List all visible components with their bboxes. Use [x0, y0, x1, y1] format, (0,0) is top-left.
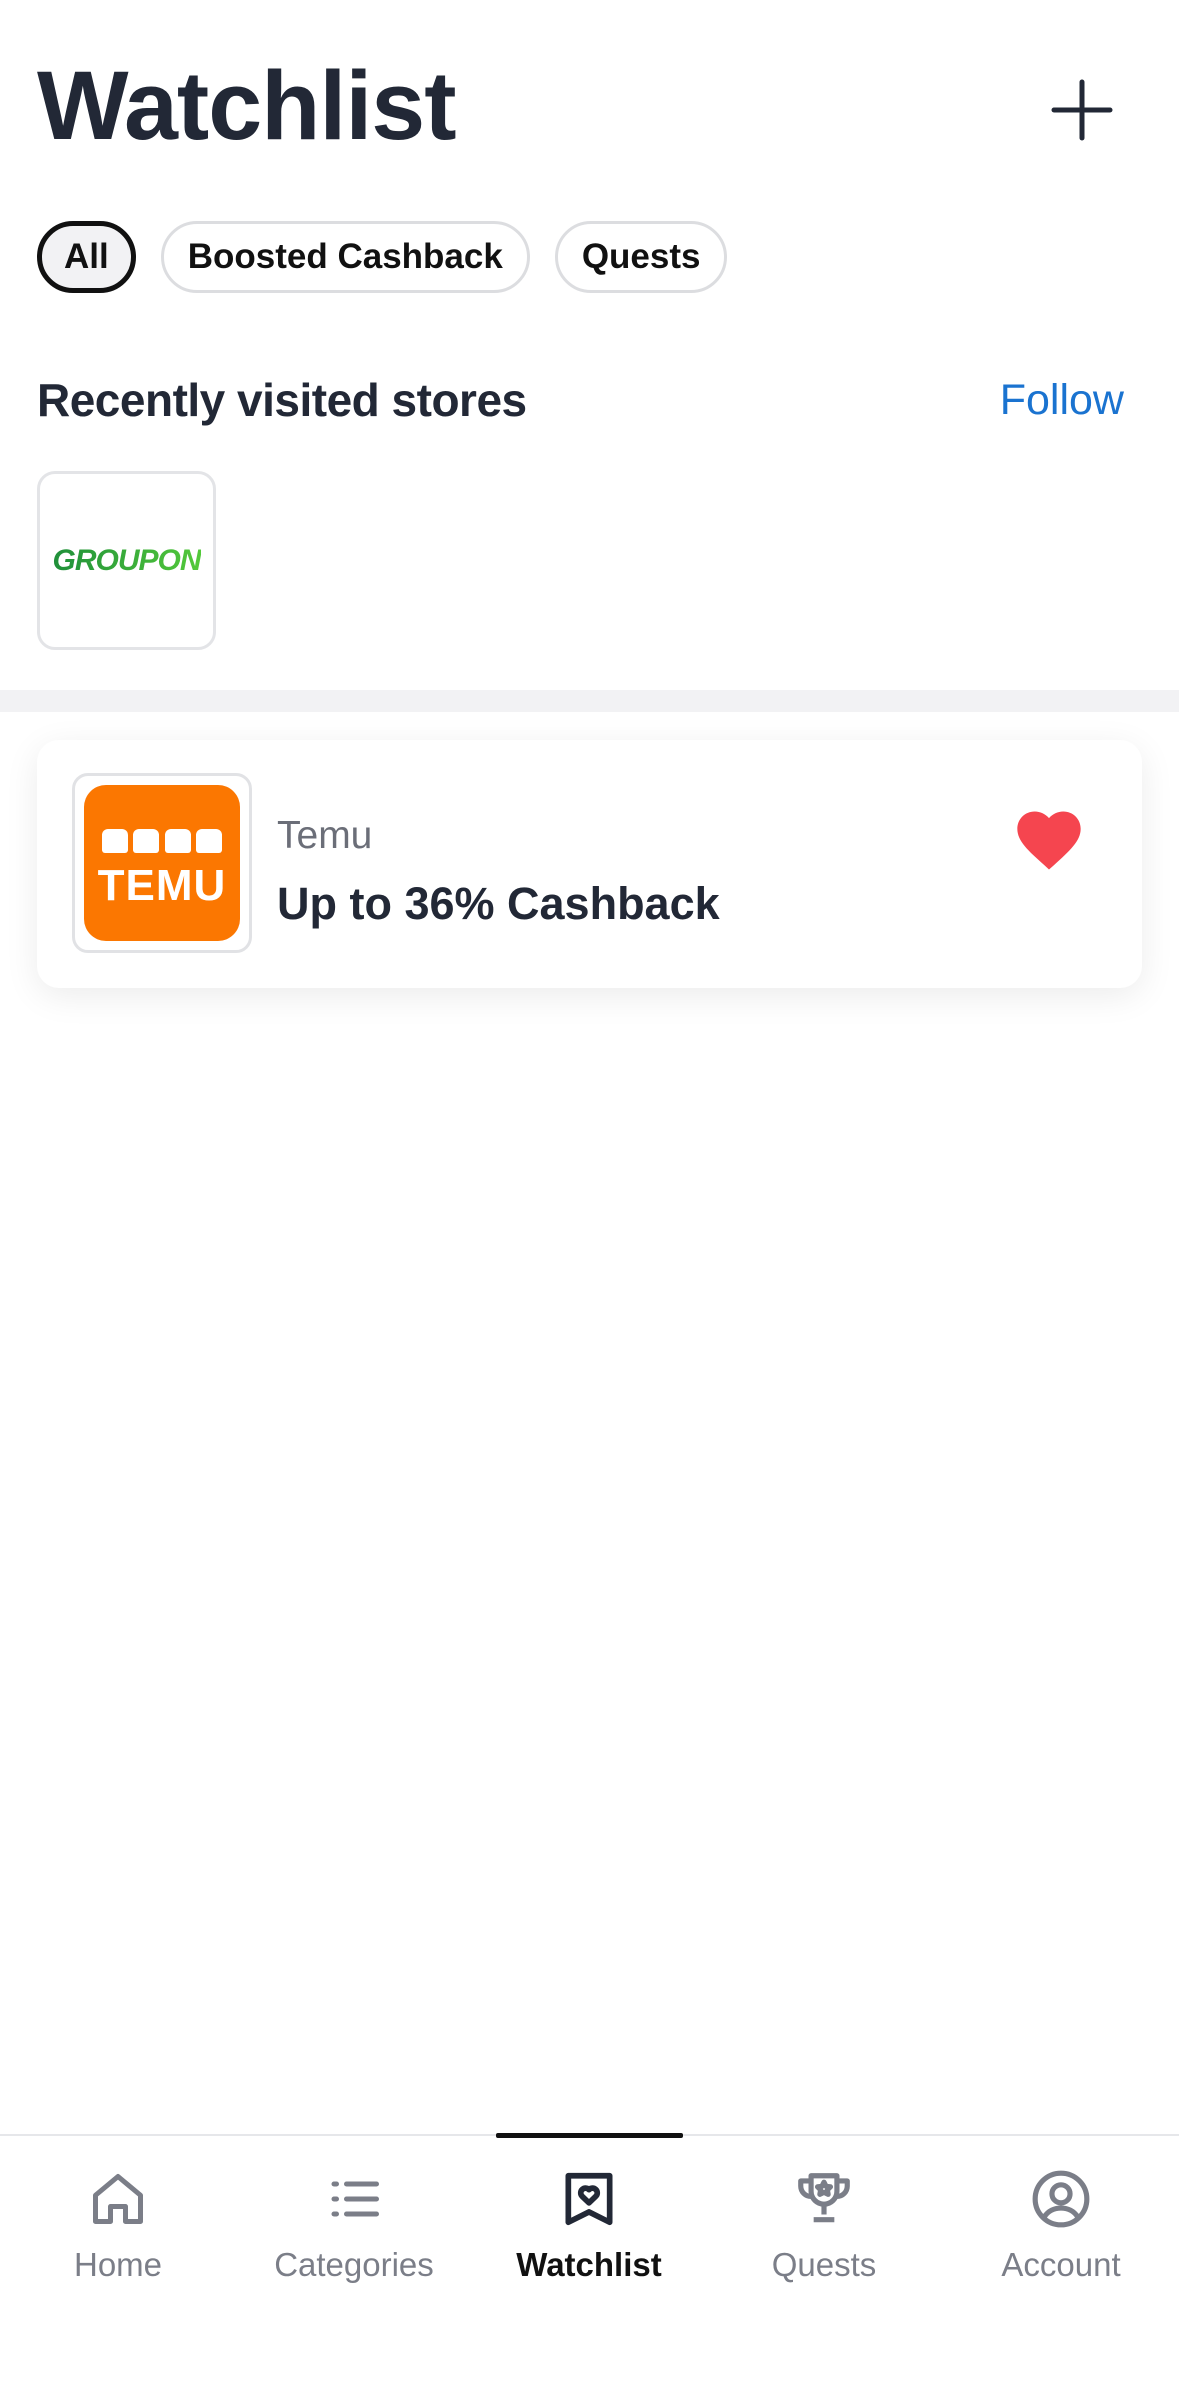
tab-label: Quests	[771, 2246, 877, 2283]
watchlist-item[interactable]: TEMU Temu Up to 36% Cashback	[37, 740, 1142, 988]
tab-account[interactable]: Account	[943, 2166, 1179, 2284]
recently-visited-header: Recently visited stores Follow	[37, 370, 1124, 430]
groupon-logo: GROUPON	[52, 543, 201, 577]
tab-label: Account	[1001, 2246, 1121, 2283]
tab-categories[interactable]: Categories	[236, 2166, 472, 2284]
store-name: Temu	[277, 814, 373, 857]
temu-logo-icons	[102, 829, 222, 855]
bookmark-heart-icon	[565, 2172, 613, 2226]
filter-chips: All Boosted Cashback Quests	[37, 221, 728, 293]
active-tab-indicator	[496, 2133, 683, 2138]
tab-label: Categories	[274, 2246, 434, 2283]
heart-icon	[1017, 811, 1081, 870]
tab-label: Watchlist	[516, 2246, 662, 2283]
filter-chip-boosted-cashback[interactable]: Boosted Cashback	[160, 221, 530, 293]
section-divider	[0, 690, 1179, 712]
trophy-icon	[798, 2173, 850, 2223]
filter-chip-quests[interactable]: Quests	[554, 221, 728, 293]
tab-watchlist[interactable]: Watchlist	[471, 2166, 707, 2284]
tab-quests[interactable]: Quests	[706, 2166, 942, 2284]
home-icon	[93, 2174, 143, 2224]
temu-logo: TEMU	[84, 785, 240, 941]
recent-store-groupon[interactable]: GROUPON	[37, 471, 216, 650]
header: Watchlist	[37, 40, 1142, 170]
section-title: Recently visited stores	[37, 374, 527, 426]
bottom-tab-bar: Home Categories Watchlist Quests Account	[0, 2133, 1179, 2396]
list-icon	[331, 2181, 379, 2217]
page-title: Watchlist	[37, 51, 457, 160]
tab-home[interactable]: Home	[0, 2166, 236, 2284]
tab-label: Home	[73, 2246, 163, 2283]
cashback-offer: Up to 36% Cashback	[277, 878, 720, 929]
temu-logo-text: TEMU	[97, 861, 227, 910]
follow-link[interactable]: Follow	[1000, 376, 1124, 425]
user-circle-icon	[1032, 2170, 1090, 2228]
filter-chip-all[interactable]: All	[37, 221, 136, 293]
favorite-button[interactable]	[1011, 802, 1087, 878]
add-button[interactable]	[1042, 70, 1122, 150]
plus-icon	[1051, 79, 1113, 141]
store-logo: TEMU	[72, 773, 252, 953]
